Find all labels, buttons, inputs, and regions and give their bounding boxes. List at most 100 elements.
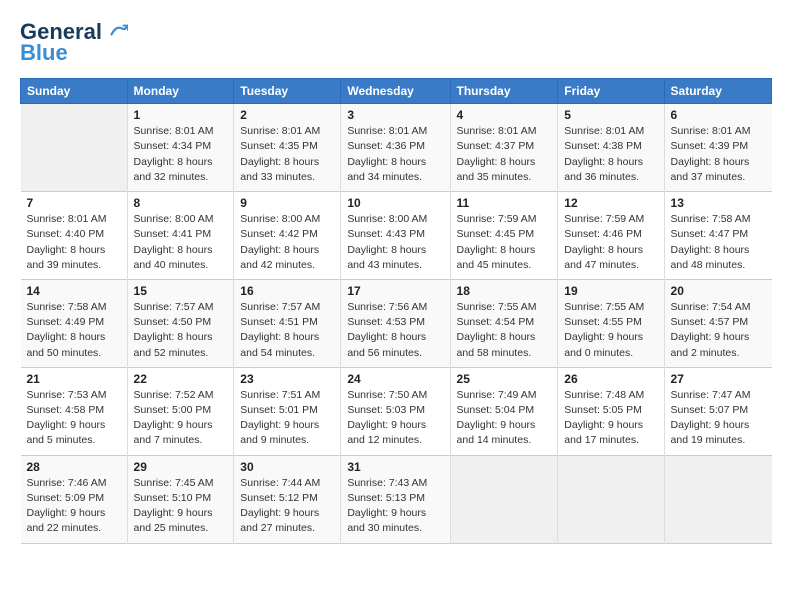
day-cell: 12Sunrise: 7:59 AMSunset: 4:46 PMDayligh… bbox=[558, 192, 664, 280]
day-number: 10 bbox=[347, 196, 443, 210]
day-number: 17 bbox=[347, 284, 443, 298]
day-number: 16 bbox=[240, 284, 334, 298]
day-info: Sunrise: 7:52 AMSunset: 5:00 PMDaylight:… bbox=[134, 388, 228, 449]
day-number: 6 bbox=[671, 108, 766, 122]
day-info: Sunrise: 8:01 AMSunset: 4:38 PMDaylight:… bbox=[564, 124, 657, 185]
day-cell bbox=[21, 104, 128, 192]
day-info: Sunrise: 7:46 AMSunset: 5:09 PMDaylight:… bbox=[27, 476, 121, 537]
col-header-wednesday: Wednesday bbox=[341, 79, 450, 104]
day-cell: 31 Sunrise: 7:43 AMSunset: 5:13 PMDayligh… bbox=[341, 455, 450, 543]
col-header-monday: Monday bbox=[127, 79, 234, 104]
day-cell: 5 Sunrise: 8:01 AMSunset: 4:38 PMDaylight… bbox=[558, 104, 664, 192]
day-cell: 2 Sunrise: 8:01 AMSunset: 4:35 PMDaylight… bbox=[234, 104, 341, 192]
day-cell: 6 Sunrise: 8:01 AMSunset: 4:39 PMDaylight… bbox=[664, 104, 771, 192]
col-header-thursday: Thursday bbox=[450, 79, 558, 104]
day-number: 31 bbox=[347, 460, 443, 474]
day-info: Sunrise: 7:58 AMSunset: 4:47 PMDaylight:… bbox=[671, 212, 766, 273]
day-cell: 22 Sunrise: 7:52 AMSunset: 5:00 PMDayligh… bbox=[127, 367, 234, 455]
day-info: Sunrise: 8:01 AMSunset: 4:37 PMDaylight:… bbox=[457, 124, 552, 185]
day-cell: 9 Sunrise: 8:00 AMSunset: 4:42 PMDaylight… bbox=[234, 192, 341, 280]
day-info: Sunrise: 7:55 AMSunset: 4:55 PMDaylight:… bbox=[564, 300, 657, 361]
day-info: Sunrise: 7:47 AMSunset: 5:07 PMDaylight:… bbox=[671, 388, 766, 449]
day-number: 23 bbox=[240, 372, 334, 386]
day-cell: 30 Sunrise: 7:44 AMSunset: 5:12 PMDayligh… bbox=[234, 455, 341, 543]
week-row-1: 1 Sunrise: 8:01 AMSunset: 4:34 PMDaylight… bbox=[21, 104, 772, 192]
day-info: Sunrise: 8:00 AMSunset: 4:42 PMDaylight:… bbox=[240, 212, 334, 273]
day-cell bbox=[450, 455, 558, 543]
day-number: 9 bbox=[240, 196, 334, 210]
week-row-4: 21Sunrise: 7:53 AMSunset: 4:58 PMDayligh… bbox=[21, 367, 772, 455]
day-number: 14 bbox=[27, 284, 121, 298]
day-info: Sunrise: 8:01 AMSunset: 4:39 PMDaylight:… bbox=[671, 124, 766, 185]
day-number: 25 bbox=[457, 372, 552, 386]
day-cell: 11 Sunrise: 7:59 AMSunset: 4:45 PMDayligh… bbox=[450, 192, 558, 280]
day-cell: 18 Sunrise: 7:55 AMSunset: 4:54 PMDayligh… bbox=[450, 279, 558, 367]
day-info: Sunrise: 7:56 AMSunset: 4:53 PMDaylight:… bbox=[347, 300, 443, 361]
day-number: 27 bbox=[671, 372, 766, 386]
column-headers: SundayMondayTuesdayWednesdayThursdayFrid… bbox=[21, 79, 772, 104]
day-info: Sunrise: 8:00 AMSunset: 4:41 PMDaylight:… bbox=[134, 212, 228, 273]
day-cell: 7 Sunrise: 8:01 AMSunset: 4:40 PMDaylight… bbox=[21, 192, 128, 280]
day-info: Sunrise: 8:01 AMSunset: 4:34 PMDaylight:… bbox=[134, 124, 228, 185]
day-number: 1 bbox=[134, 108, 228, 122]
day-cell: 14Sunrise: 7:58 AMSunset: 4:49 PMDayligh… bbox=[21, 279, 128, 367]
day-info: Sunrise: 7:45 AMSunset: 5:10 PMDaylight:… bbox=[134, 476, 228, 537]
day-number: 12 bbox=[564, 196, 657, 210]
day-cell: 23 Sunrise: 7:51 AMSunset: 5:01 PMDayligh… bbox=[234, 367, 341, 455]
day-info: Sunrise: 7:43 AMSunset: 5:13 PMDaylight:… bbox=[347, 476, 443, 537]
day-info: Sunrise: 7:44 AMSunset: 5:12 PMDaylight:… bbox=[240, 476, 334, 537]
day-info: Sunrise: 7:55 AMSunset: 4:54 PMDaylight:… bbox=[457, 300, 552, 361]
day-number: 24 bbox=[347, 372, 443, 386]
day-info: Sunrise: 7:54 AMSunset: 4:57 PMDaylight:… bbox=[671, 300, 766, 361]
day-info: Sunrise: 8:01 AMSunset: 4:36 PMDaylight:… bbox=[347, 124, 443, 185]
day-cell: 8 Sunrise: 8:00 AMSunset: 4:41 PMDaylight… bbox=[127, 192, 234, 280]
day-cell: 1 Sunrise: 8:01 AMSunset: 4:34 PMDaylight… bbox=[127, 104, 234, 192]
day-number: 13 bbox=[671, 196, 766, 210]
day-number: 29 bbox=[134, 460, 228, 474]
col-header-tuesday: Tuesday bbox=[234, 79, 341, 104]
day-info: Sunrise: 8:01 AMSunset: 4:40 PMDaylight:… bbox=[27, 212, 121, 273]
day-info: Sunrise: 8:00 AMSunset: 4:43 PMDaylight:… bbox=[347, 212, 443, 273]
day-number: 30 bbox=[240, 460, 334, 474]
day-cell bbox=[558, 455, 664, 543]
logo-icon bbox=[110, 21, 128, 39]
day-number: 8 bbox=[134, 196, 228, 210]
day-info: Sunrise: 7:57 AMSunset: 4:50 PMDaylight:… bbox=[134, 300, 228, 361]
day-cell: 20 Sunrise: 7:54 AMSunset: 4:57 PMDayligh… bbox=[664, 279, 771, 367]
day-info: Sunrise: 7:57 AMSunset: 4:51 PMDaylight:… bbox=[240, 300, 334, 361]
day-number: 7 bbox=[27, 196, 121, 210]
day-cell: 29 Sunrise: 7:45 AMSunset: 5:10 PMDayligh… bbox=[127, 455, 234, 543]
day-info: Sunrise: 7:53 AMSunset: 4:58 PMDaylight:… bbox=[27, 388, 121, 449]
day-cell: 21Sunrise: 7:53 AMSunset: 4:58 PMDayligh… bbox=[21, 367, 128, 455]
day-cell: 19 Sunrise: 7:55 AMSunset: 4:55 PMDayligh… bbox=[558, 279, 664, 367]
day-number: 20 bbox=[671, 284, 766, 298]
day-number: 26 bbox=[564, 372, 657, 386]
day-number: 5 bbox=[564, 108, 657, 122]
day-number: 22 bbox=[134, 372, 228, 386]
day-cell: 13 Sunrise: 7:58 AMSunset: 4:47 PMDayligh… bbox=[664, 192, 771, 280]
day-info: Sunrise: 7:48 AMSunset: 5:05 PMDaylight:… bbox=[564, 388, 657, 449]
day-number: 2 bbox=[240, 108, 334, 122]
day-cell: 24 Sunrise: 7:50 AMSunset: 5:03 PMDayligh… bbox=[341, 367, 450, 455]
day-cell: 15Sunrise: 7:57 AMSunset: 4:50 PMDayligh… bbox=[127, 279, 234, 367]
day-info: Sunrise: 8:01 AMSunset: 4:35 PMDaylight:… bbox=[240, 124, 334, 185]
day-cell: 4 Sunrise: 8:01 AMSunset: 4:37 PMDaylight… bbox=[450, 104, 558, 192]
day-info: Sunrise: 7:59 AMSunset: 4:45 PMDaylight:… bbox=[457, 212, 552, 273]
col-header-saturday: Saturday bbox=[664, 79, 771, 104]
day-number: 28 bbox=[27, 460, 121, 474]
day-cell: 10 Sunrise: 8:00 AMSunset: 4:43 PMDayligh… bbox=[341, 192, 450, 280]
day-number: 18 bbox=[457, 284, 552, 298]
day-number: 4 bbox=[457, 108, 552, 122]
day-info: Sunrise: 7:50 AMSunset: 5:03 PMDaylight:… bbox=[347, 388, 443, 449]
day-info: Sunrise: 7:51 AMSunset: 5:01 PMDaylight:… bbox=[240, 388, 334, 449]
day-cell: 26 Sunrise: 7:48 AMSunset: 5:05 PMDayligh… bbox=[558, 367, 664, 455]
day-cell: 16 Sunrise: 7:57 AMSunset: 4:51 PMDayligh… bbox=[234, 279, 341, 367]
logo: General Blue bbox=[20, 20, 128, 66]
day-cell bbox=[664, 455, 771, 543]
day-number: 11 bbox=[457, 196, 552, 210]
day-number: 19 bbox=[564, 284, 657, 298]
week-row-3: 14Sunrise: 7:58 AMSunset: 4:49 PMDayligh… bbox=[21, 279, 772, 367]
day-cell: 17 Sunrise: 7:56 AMSunset: 4:53 PMDayligh… bbox=[341, 279, 450, 367]
col-header-friday: Friday bbox=[558, 79, 664, 104]
day-cell: 3Sunrise: 8:01 AMSunset: 4:36 PMDaylight… bbox=[341, 104, 450, 192]
